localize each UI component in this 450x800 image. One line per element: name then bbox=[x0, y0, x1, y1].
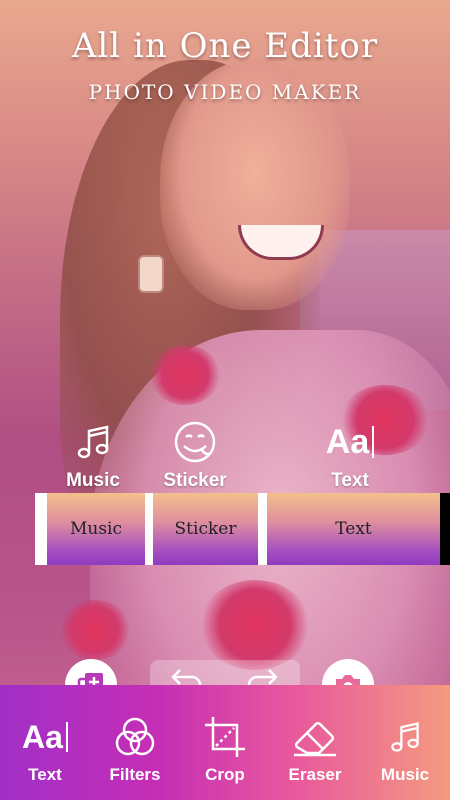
text-aa-icon: Aa bbox=[5, 713, 85, 761]
tool-music-label: Music bbox=[66, 470, 120, 491]
crop-icon bbox=[185, 713, 265, 761]
nav-filters[interactable]: Filters bbox=[95, 713, 175, 785]
nav-music-label: Music bbox=[380, 765, 430, 784]
app-subtitle: PHOTO VIDEO MAKER bbox=[0, 80, 450, 104]
nav-crop-label: Crop bbox=[205, 765, 245, 784]
nav-text-label: Text bbox=[28, 765, 62, 784]
nav-eraser[interactable]: Eraser bbox=[275, 713, 355, 785]
text-aa-glyph: Aa bbox=[22, 718, 63, 755]
app-title: All in One Editor bbox=[0, 26, 450, 66]
nav-eraser-label: Eraser bbox=[288, 765, 342, 784]
timeline-segment-sticker[interactable]: Sticker bbox=[153, 493, 258, 565]
nav-text[interactable]: Aa Text bbox=[5, 713, 85, 785]
music-note-icon bbox=[365, 713, 445, 761]
filters-icon bbox=[95, 713, 175, 761]
nav-music[interactable]: Music bbox=[365, 713, 445, 785]
text-aa-icon: Aa bbox=[305, 418, 395, 466]
text-aa-glyph: Aa bbox=[325, 422, 370, 461]
tool-text[interactable]: Aa Text bbox=[305, 418, 395, 492]
timeline-segment-music[interactable]: Music bbox=[47, 493, 145, 565]
timeline-segment-label: Text bbox=[335, 519, 372, 539]
text-cursor bbox=[372, 426, 375, 458]
timeline-track[interactable]: Music Sticker Text bbox=[35, 493, 450, 565]
photo-earring bbox=[138, 255, 164, 293]
bottom-nav: Aa Text Filters Crop Eraser Music bbox=[0, 685, 450, 800]
dress-flower bbox=[150, 345, 220, 405]
editor-screen: All in One Editor PHOTO VIDEO MAKER Musi… bbox=[0, 0, 450, 800]
app-subtitle-text: PHOTO VIDEO MAKER bbox=[88, 80, 362, 104]
timeline-end-marker bbox=[440, 493, 450, 565]
text-cursor bbox=[65, 722, 68, 752]
tool-sticker-label: Sticker bbox=[163, 470, 227, 491]
eraser-icon bbox=[275, 713, 355, 761]
nav-crop[interactable]: Crop bbox=[185, 713, 265, 785]
sticker-face-icon bbox=[150, 418, 240, 466]
tool-text-label: Text bbox=[331, 470, 369, 491]
tool-music[interactable]: Music bbox=[48, 418, 138, 492]
dress-flower bbox=[60, 600, 130, 660]
tool-sticker[interactable]: Sticker bbox=[150, 418, 240, 492]
timeline-segment-label: Music bbox=[69, 519, 123, 539]
timeline-segment-text[interactable]: Text bbox=[267, 493, 440, 565]
timeline-segment-label: Sticker bbox=[174, 519, 237, 539]
nav-filters-label: Filters bbox=[109, 765, 161, 784]
dress-flower bbox=[200, 580, 310, 670]
music-note-icon bbox=[48, 418, 138, 466]
app-title-text: All in One Editor bbox=[71, 26, 379, 66]
